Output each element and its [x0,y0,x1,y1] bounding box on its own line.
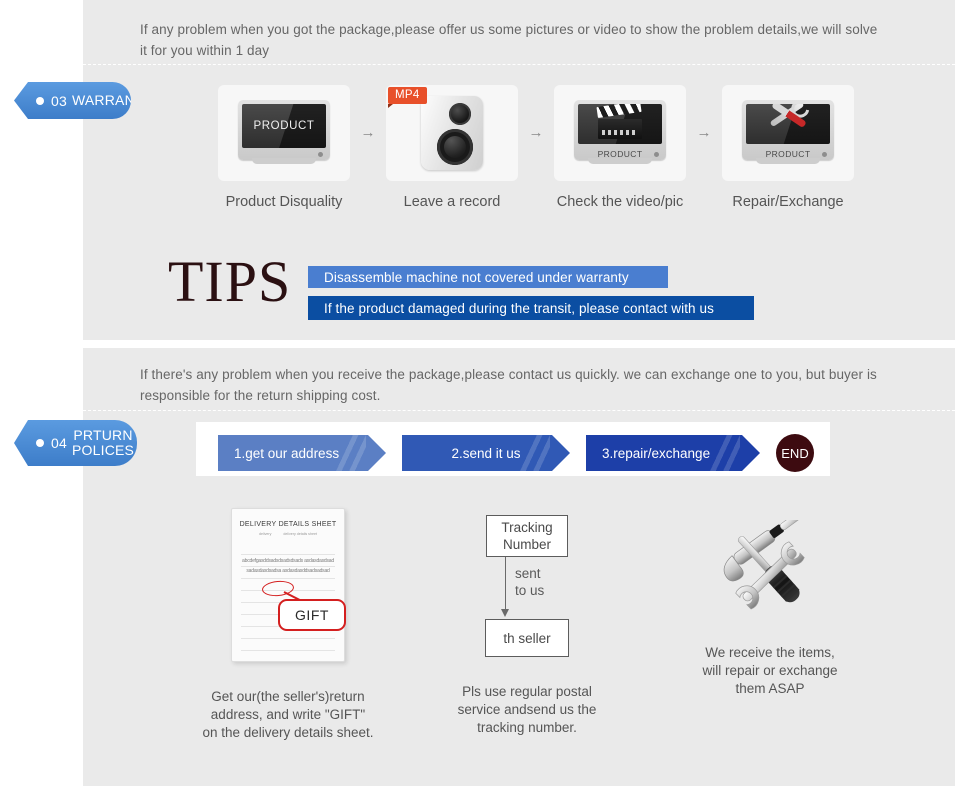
warranty-divider [83,64,955,65]
tools-screen-icon: PRODUCT [742,100,834,166]
chevron-right-icon [520,435,550,471]
step-caption: Leave a record [403,194,501,210]
tips-block: TIPS Disassemble machine not covered und… [168,248,768,328]
end-badge: END [776,434,814,472]
sent-to-us-arrow: sent to us [485,557,569,619]
arrow-label: sent to us [515,566,545,598]
step-label: 1.get our address [234,445,340,461]
return-divider [83,410,955,411]
tracking-number-box: Tracking Number [486,515,568,557]
badge-number: 04 [51,435,67,451]
warranty-step-1[interactable]: PRODUCT Product Disquality [218,85,350,210]
monitor-card: PRODUCT [218,85,350,181]
clapper-board [598,119,642,139]
arrow-right-icon-3: → [696,124,712,141]
badge-number: 03 [51,92,67,109]
sheet-filler-text: abcdefgasddsadsdsadsdsads asdasdasdsadsa… [242,558,334,574]
repair-card: PRODUCT [722,85,854,181]
return-steps-card: 1.get our address 2.send it us 3.repair/… [196,422,830,476]
tip-bar-1: Disassemble machine not covered under wa… [308,266,668,288]
sheet-subtitle: delivery delivery details sheet [232,532,344,536]
recorder-lens-big-icon [437,129,473,165]
section-badge-warranty[interactable]: 03 WARRANTY [14,82,131,119]
return-column-1: DELIVERY DETAILS SHEET delivery delivery… [176,508,400,742]
monitor-stand [756,158,820,164]
chevron-right-icon [710,435,740,471]
arrow-right-icon-1: → [360,124,376,141]
recorder-lens-small-icon [449,103,471,125]
badge-title: PRTURN POLICES [71,427,135,458]
camera-recorder-icon [421,96,483,170]
screen-label: PRODUCT [253,120,315,132]
bullet-icon [36,439,44,447]
tools-illustration [723,506,810,610]
sheet-sub-left: delivery [259,532,272,536]
clapper-top [596,104,642,118]
power-led-icon [654,152,659,157]
video-card: PRODUCT [554,85,686,181]
return-steps-row: 1.get our address 2.send it us 3.repair/… [218,434,814,472]
arrow-right-icon-2: → [528,124,544,141]
step-label: 3.repair/exchange [602,445,711,461]
monitor-screen: PRODUCT [242,104,326,148]
warranty-step-4[interactable]: PRODUCT Repair/Exchange [722,85,854,210]
monitor-stand [588,158,652,164]
return-column-3: We receive the items, will repair or exc… [660,506,880,698]
monitor-stand [252,158,316,164]
monitor-screen [746,104,830,144]
hammer-wrench-screwdriver-icon [710,506,830,626]
clapperboard-icon [596,104,642,141]
sheet-sub-right: delivery details sheet [283,532,317,536]
return-step-3[interactable]: 3.repair/exchange [586,435,760,471]
gift-callout: GIFT [278,599,346,631]
step-label: 2.send it us [451,445,521,461]
column-caption: We receive the items, will repair or exc… [702,645,838,696]
return-intro-text: If there's any problem when you receive … [140,367,877,403]
column-caption: Pls use regular postal service andsend u… [457,684,597,735]
step-caption: Product Disquality [225,194,343,210]
power-led-icon [822,152,827,157]
seller-box: th seller [485,619,569,657]
step-caption: Check the video/pic [556,194,684,210]
warranty-step-3[interactable]: PRODUCT Check the video/pic [554,85,686,210]
power-led-icon [318,152,323,157]
tip-bar-2: If the product damaged during the transi… [308,296,754,320]
return-column-2: Tracking Number sent to us th seller Pls… [425,515,629,737]
delivery-details-sheet: DELIVERY DETAILS SHEET delivery delivery… [231,508,346,662]
screwdriver-wrench-icon [764,104,812,141]
clapperboard-screen-icon: PRODUCT [574,100,666,166]
warranty-step-2[interactable]: MP4 Leave a record [386,85,518,210]
arrow-shaft [505,557,507,611]
section-badge-return[interactable]: 04 PRTURN POLICES [14,420,137,466]
column-caption: Get our(the seller's)return address, and… [202,689,374,740]
warranty-intro-text: If any problem when you got the package,… [140,22,878,58]
monitor-screen [578,104,662,144]
bullet-icon [36,96,44,105]
mp4-tag: MP4 [388,87,427,108]
monitor-icon: PRODUCT [238,100,330,166]
return-step-2[interactable]: 2.send it us [402,435,570,471]
chevron-right-icon [336,435,366,471]
return-step-1[interactable]: 1.get our address [218,435,386,471]
recorder-card: MP4 [386,85,518,181]
arrow-head-icon [501,609,509,617]
sheet-title: DELIVERY DETAILS SHEET [239,521,337,528]
tips-heading: TIPS [168,249,292,314]
warranty-step-flow: PRODUCT Product Disquality → MP4 Leave a… [218,85,854,210]
step-caption: Repair/Exchange [732,194,844,210]
